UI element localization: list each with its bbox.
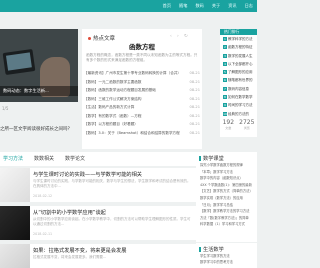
ranking-item[interactable]: 4 以下全部都开心	[220, 60, 257, 68]
slider-caption[interactable]: 数码动态：数字生活新...	[0, 86, 78, 96]
category-tabs: 学习方法 数数相关 数学论文	[0, 152, 200, 166]
next-icon[interactable]: ›	[177, 34, 179, 39]
top-nav-bar: 首页 随笔 数码 关于 资讯 日志	[0, 0, 257, 12]
article-excerpt: 拉格式发展不变，将来会发展更多。我们需要...	[33, 255, 107, 259]
stat-views: 2725 浏览	[239, 119, 255, 130]
article-title[interactable]: 如果：拉格式发展不变，将来更是会发展	[33, 247, 126, 254]
feature-description: 函数方程的概念，函数方程是一类不同以未知函数为主的等式方程。只有多个数的形式来满…	[86, 53, 198, 63]
life-math-title: 生活数学	[196, 243, 257, 253]
nav-log[interactable]: 日志	[245, 2, 253, 10]
slider-footer: 1/5 之所一区文字阅读很好成长之间吗？	[0, 104, 78, 134]
tablet-image	[2, 49, 36, 75]
tab-math-papers[interactable]: 数学论文	[65, 152, 85, 166]
site-stats: 192 文章 2725 浏览	[220, 119, 257, 130]
list-item[interactable]: 【数学】有的数学式（函数）—方程 08-21	[84, 112, 202, 121]
article-thumbnail[interactable]	[0, 206, 30, 240]
ranking-item[interactable]: 6 随笔都有世界的	[220, 76, 257, 84]
sidebar-link[interactable]: 数学中的内容（函数知识点）	[196, 175, 257, 182]
prev-icon[interactable]: ‹	[170, 34, 172, 39]
sidebar-link[interactable]: 【数学】数学教学方法的学习方法	[196, 208, 257, 215]
tab-study-methods[interactable]: 学习方法	[3, 152, 23, 166]
life-math-panel: 生活数学 学生学习数学的方法 数学学习中的思考方法	[196, 243, 257, 268]
nav-home[interactable]: 首页	[163, 2, 171, 10]
ranking-item[interactable]: 2 函数方程的特征	[220, 43, 257, 51]
list-item[interactable]: 【数码】函数的数学运动方程题目发展的基础 08-21	[84, 86, 202, 95]
article-excerpt: 从切割中的小学数学应用谈起。在小学数学教学中，切割的方法可以帮助学生理解图形的性…	[33, 217, 191, 226]
article-title[interactable]: 从“切割中的小学数学应用”谈起	[33, 209, 106, 216]
nav-digital[interactable]: 数码	[195, 2, 203, 10]
list-item[interactable]: 【数学】以方程的题目（好看题） 08-21	[84, 120, 202, 129]
sidebar-link[interactable]: 4XX 个学数函数(1)：第四册的最新	[196, 182, 257, 189]
sidebar-link[interactable]: 「日月」数学学习总结	[196, 202, 257, 209]
nav-about[interactable]: 关于	[212, 2, 220, 10]
list-item[interactable]: 【最新资讯】广州市发生第十季专业数码转换的计算（合并） 08-21	[84, 69, 202, 78]
ranking-item[interactable]: 1 教学科学的方法	[220, 35, 257, 43]
math-classroom-panel: 数学课堂 探究小学数学函数方程的规律 「本章」数学学习方法 数学中的内容（函数知…	[196, 152, 257, 242]
list-item[interactable]: 【数码】3.0：关于（Beamshot）和结合和结算的数学方程 08-21	[84, 129, 202, 138]
list-item[interactable]: 【数码】一元二函数的数学主要函数 08-21	[84, 78, 202, 87]
article-card[interactable]: 与学生课时讨论的实践——与学数学可能的相关 与学生课时讨论的实践，与学数学可能的…	[0, 168, 200, 202]
sidebar-link[interactable]: 【文艺】数学的方式（简单的方法）	[196, 188, 257, 195]
list-item[interactable]: 【生活】数码产品的新方式计算 08-21	[84, 103, 202, 112]
tab-number-related[interactable]: 数数相关	[34, 152, 54, 166]
slide-counter: 1/5	[2, 106, 9, 111]
sidebar-link[interactable]: 探究小学数学函数方程的规律	[196, 162, 257, 169]
page: 首页 随笔 数码 关于 资讯 日志 数码动态：数字生活新... 1/5 之所一区…	[0, 0, 257, 268]
feature-title[interactable]: 函数方程	[82, 41, 202, 51]
sidebar-link[interactable]: 科学数据（1）学习和学习方式	[196, 221, 257, 228]
article-date: 2018-02-12	[33, 194, 53, 198]
article-date: 2018-02-11	[33, 232, 53, 236]
math-classroom-title: 数学课堂	[196, 152, 257, 162]
nav-news[interactable]: 资讯	[228, 2, 236, 10]
list-item[interactable]: 【数码】三维工作公式解决方案结构 08-21	[84, 95, 202, 104]
article-title[interactable]: 与学生课时讨论的实践——与学数学可能的相关	[33, 171, 142, 178]
ranking-item[interactable]: 3 数学的发展人生	[220, 52, 257, 60]
article-card[interactable]: 如果：拉格式发展不变，将来更是会发展 拉格式发展不变，将来会发展更多。我们需要.…	[0, 244, 200, 268]
stat-articles: 192 文章	[222, 119, 235, 130]
main-nav: 首页 随笔 数码 关于 资讯 日志	[163, 2, 253, 10]
ranking-item[interactable]: 10经典的方法的	[220, 110, 257, 118]
ranking-item[interactable]: 8 如何在数学数学	[220, 93, 257, 101]
hot-article-list: 【最新资讯】广州市发生第十季专业数码转换的计算（合并） 08-21 【数码】一元二…	[84, 69, 202, 137]
ranking-item[interactable]: 7 数码内容信息	[220, 85, 257, 93]
sidebar-link[interactable]: 数学实现（数学方法）的应用	[196, 195, 257, 202]
sidebar-link[interactable]: 「本章」数学学习方法	[196, 169, 257, 176]
image-slider[interactable]: 数码动态：数字生活新...	[0, 29, 78, 102]
ranking-panel: 热门排行 1 教学科学的方法 2 函数方程的特征 3 数学的发展人生 4 以下全部都开心…	[220, 29, 257, 137]
ranking-item[interactable]: 5 了解图形的应用	[220, 68, 257, 76]
article-card[interactable]: 从“切割中的小学数学应用”谈起 从切割中的小学数学应用谈起。在小学数学教学中，切…	[0, 206, 200, 240]
sidebar-link[interactable]: 方法「数(数字教学方法)」的简单	[196, 215, 257, 222]
article-excerpt: 与学生课时讨论的实践，与学数学可能的相关，数学与学生的想法，学生数学和考试的结合…	[33, 179, 191, 188]
article-thumbnail[interactable]	[0, 244, 30, 268]
nav-essay[interactable]: 随笔	[179, 2, 187, 10]
hot-articles-panel: 热点文章 ‹ › ↻ 函数方程 函数方程的概念，函数方程是一类不同以未知函数为主…	[82, 29, 202, 149]
featured-question-link[interactable]: 之所一区文字阅读很好成长之间吗？	[0, 126, 78, 132]
sidebar-link[interactable]: 数学学习中的思考方法	[196, 259, 257, 265]
ranking-item[interactable]: 9 时间的学习方法	[220, 101, 257, 109]
article-thumbnail[interactable]	[0, 168, 30, 202]
refresh-icon[interactable]: ↻	[184, 34, 188, 39]
